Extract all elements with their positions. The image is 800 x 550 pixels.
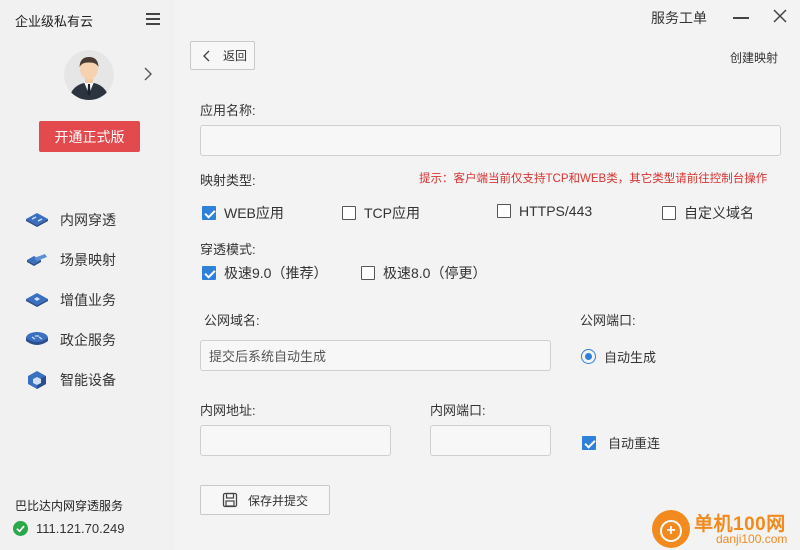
watermark-domain: danji100.com <box>716 532 788 546</box>
mapping-type-custom-domain-checkbox[interactable]: 自定义域名 <box>662 203 754 223</box>
internal-port-label: 内网端口: <box>430 403 486 418</box>
ip-status: 111.121.70.249 <box>13 521 124 536</box>
internal-address-label: 内网地址: <box>200 403 256 418</box>
watermark-logo-icon: + <box>652 510 690 548</box>
public-port-label: 公网端口: <box>580 313 636 328</box>
mode-label: 穿透模式: <box>200 242 256 257</box>
tunnel-icon <box>24 210 50 230</box>
app-title: 企业级私有云 <box>15 14 94 29</box>
upgrade-button[interactable]: 开通正式版 <box>39 121 140 152</box>
checkbox-checked-icon <box>202 266 216 280</box>
service-name: 巴比达内网穿透服务 <box>15 499 124 513</box>
avatar[interactable] <box>64 50 114 100</box>
sidebar-item-tunnel[interactable]: 内网穿透 <box>0 200 175 240</box>
public-port-auto-radio[interactable]: 自动生成 <box>581 347 656 366</box>
sidebar-item-scene-mapping[interactable]: 场景映射 <box>0 240 175 280</box>
service-ticket-link[interactable]: 服务工单 <box>651 8 707 28</box>
radio-label: 自动生成 <box>604 350 657 365</box>
sidebar-nav: 内网穿透 场景映射 增值业务 政企服务 智能设备 <box>0 200 175 400</box>
sidebar-item-label: 智能设备 <box>60 372 116 388</box>
sidebar-item-value-added[interactable]: 增值业务 <box>0 280 175 320</box>
checkbox-label: 自动重连 <box>608 436 661 451</box>
app-name-input[interactable] <box>200 125 781 156</box>
sidebar-item-label: 增值业务 <box>60 292 116 308</box>
checkbox-label: 极速8.0（停更） <box>383 265 487 281</box>
page-title: 创建映射 <box>730 51 779 65</box>
checkbox-icon <box>497 204 511 218</box>
chevron-left-icon <box>203 50 210 61</box>
mode-8-checkbox[interactable]: 极速8.0（停更） <box>361 263 486 283</box>
mode-9-checkbox[interactable]: 极速9.0（推荐） <box>202 263 327 283</box>
mapping-type-tcp-checkbox[interactable]: TCP应用 <box>342 203 420 223</box>
back-button[interactable]: 返回 <box>190 41 255 70</box>
public-domain-label: 公网域名: <box>204 313 260 328</box>
site-watermark: + 单机100网 danji100.com <box>652 508 800 550</box>
internal-port-input[interactable] <box>430 425 551 456</box>
checkbox-label: HTTPS/443 <box>519 203 593 219</box>
auto-reconnect-checkbox[interactable]: 自动重连 <box>582 433 660 452</box>
sidebar: 企业级私有云 开通正式版 内网穿透 场景映射 增值业务 政企服务 智能设备 巴比… <box>0 0 175 550</box>
enterprise-service-icon <box>24 330 50 350</box>
mapping-type-label: 映射类型: <box>200 173 256 188</box>
hamburger-menu-icon[interactable] <box>146 13 160 25</box>
checkbox-label: TCP应用 <box>364 205 420 221</box>
radio-selected-icon <box>581 349 596 364</box>
save-submit-button[interactable]: 保存并提交 <box>200 485 330 515</box>
checkbox-label: 极速9.0（推荐） <box>224 265 328 281</box>
app-name-label: 应用名称: <box>200 103 256 118</box>
sidebar-item-smart-device[interactable]: 智能设备 <box>0 360 175 400</box>
sidebar-item-label: 内网穿透 <box>60 212 116 228</box>
checkbox-icon <box>361 266 375 280</box>
checkbox-checked-icon <box>582 435 596 450</box>
checkbox-icon <box>342 206 356 220</box>
value-added-icon <box>24 290 50 310</box>
checkbox-icon <box>662 206 676 220</box>
save-label: 保存并提交 <box>247 493 308 508</box>
chevron-right-icon[interactable] <box>140 66 156 82</box>
mapping-hint: 提示：客户端当前仅支持TCP和WEB类，其它类型请前往控制台操作 <box>419 173 768 185</box>
close-button[interactable] <box>771 7 789 25</box>
check-circle-icon <box>13 521 28 536</box>
checkbox-label: 自定义域名 <box>684 205 754 221</box>
back-label: 返回 <box>223 49 248 63</box>
save-icon <box>222 492 238 508</box>
sidebar-item-label: 政企服务 <box>60 332 116 348</box>
close-icon <box>773 9 787 23</box>
public-domain-input[interactable]: 提交后系统自动生成 <box>200 340 551 371</box>
mapping-type-https-checkbox[interactable]: HTTPS/443 <box>497 203 592 219</box>
checkbox-checked-icon <box>202 206 216 220</box>
sidebar-item-enterprise-service[interactable]: 政企服务 <box>0 320 175 360</box>
minimize-button[interactable] <box>732 8 750 26</box>
mapping-type-web-checkbox[interactable]: WEB应用 <box>202 203 284 223</box>
checkbox-label: WEB应用 <box>224 205 284 221</box>
internal-address-input[interactable] <box>200 425 391 456</box>
scene-mapping-icon <box>24 250 50 270</box>
ip-address: 111.121.70.249 <box>36 521 125 536</box>
sidebar-item-label: 场景映射 <box>60 252 116 268</box>
smart-device-icon <box>24 370 50 390</box>
